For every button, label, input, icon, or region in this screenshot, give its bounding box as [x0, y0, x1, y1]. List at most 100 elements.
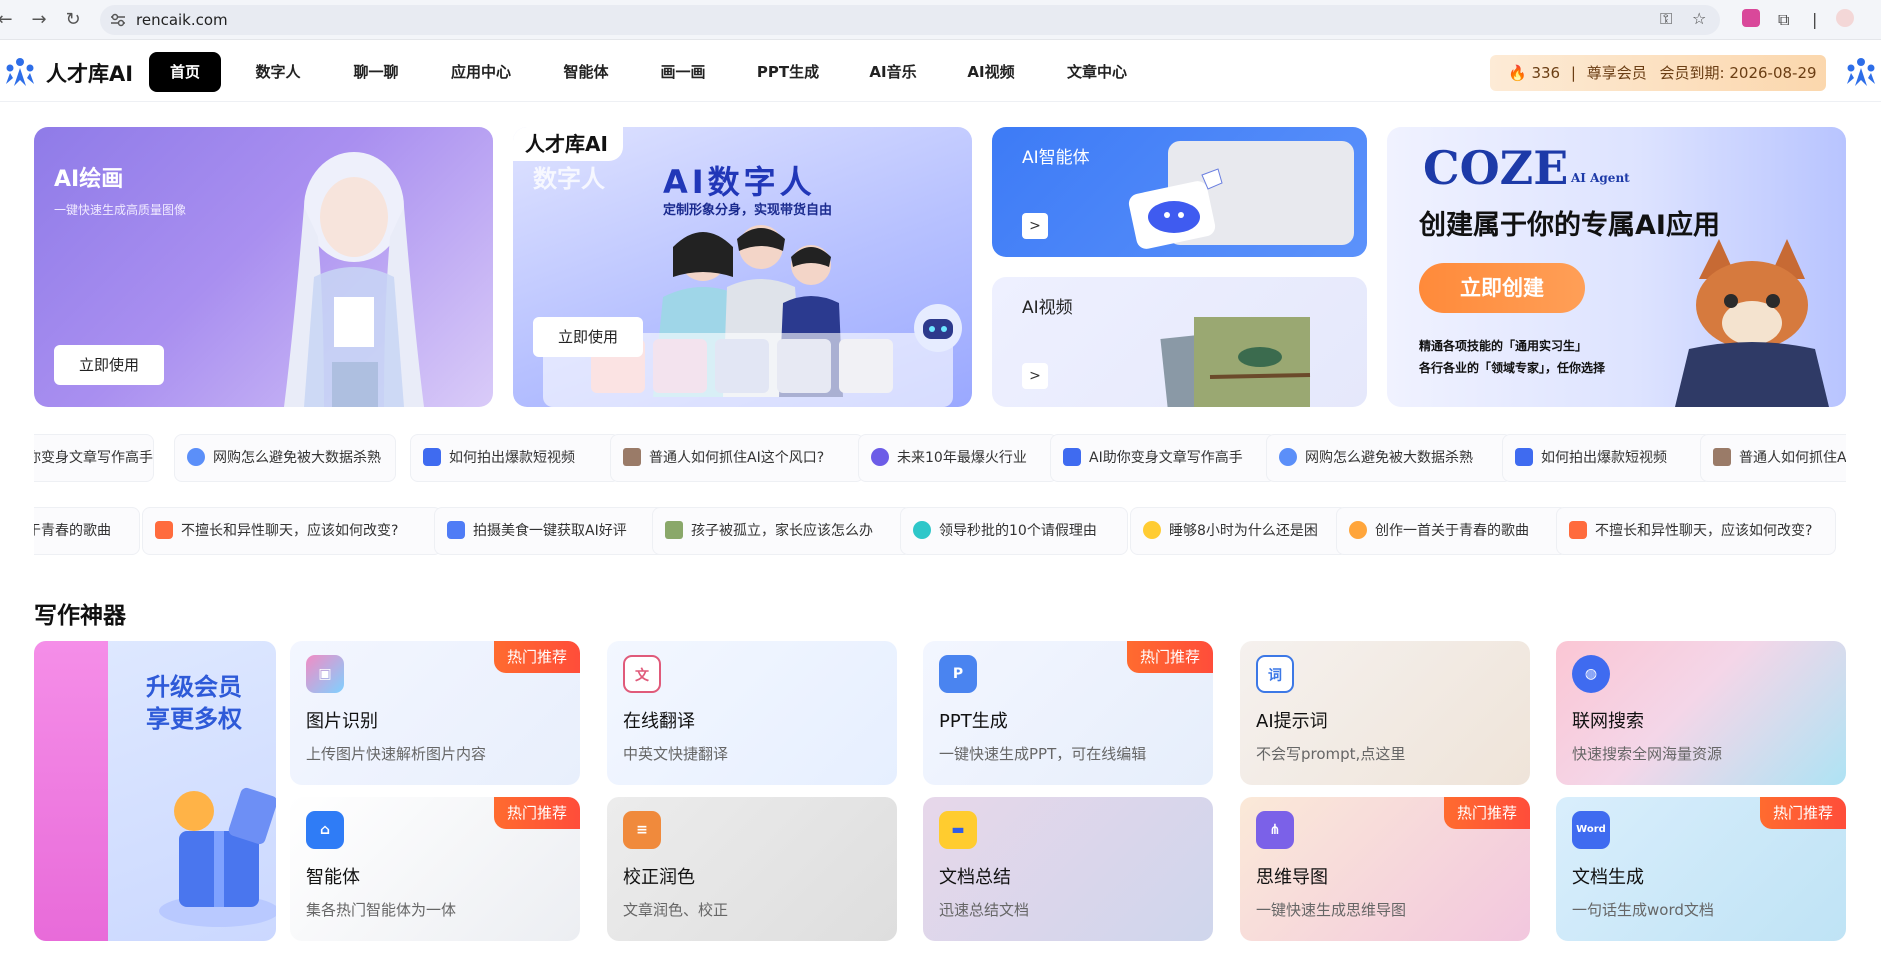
topic-icon — [665, 520, 683, 539]
promo-side-strip — [34, 641, 108, 941]
tool-proofread[interactable]: ≡ 校正润色 文章润色、校正 — [607, 797, 897, 941]
topic-icon — [1515, 447, 1533, 466]
tool-title: 在线翻译 — [623, 711, 695, 732]
ticker-chip[interactable]: 普通人如何抓住AI这 — [1700, 434, 1846, 482]
tool-title: 校正润色 — [623, 867, 695, 888]
video-arrow-button[interactable]: > — [1022, 363, 1048, 389]
ticker-chip[interactable]: 普通人如何抓住AI这个风口? — [610, 434, 864, 482]
tool-web-search[interactable]: ◍ 联网搜索 快速搜索全网海量资源 — [1556, 641, 1846, 785]
separator: | — [1570, 64, 1576, 82]
tool-document-generate[interactable]: Word 文档生成 一句话生成word文档 热门推荐 — [1556, 797, 1846, 941]
banner-subtitle: 定制形象分身，实现带货自由 — [663, 203, 833, 218]
topic-icon — [1279, 447, 1297, 466]
topic-icon — [187, 447, 205, 466]
prompt-icon: 词 — [1256, 655, 1294, 693]
nav-digital-human[interactable]: 数字人 — [245, 52, 311, 92]
document-summary-icon: ▬ — [939, 811, 977, 849]
painting-use-button[interactable]: 立即使用 — [54, 345, 164, 385]
ticker-chip[interactable]: 如何拍出爆款短视频 — [1502, 434, 1712, 482]
nav-home[interactable]: 首页 — [149, 52, 221, 92]
create-now-button[interactable]: 立即创建 — [1419, 263, 1585, 313]
member-status[interactable]: 🔥 336 | 尊享会员 会员到期: 2026-08-29 — [1490, 55, 1826, 91]
agent-illustration — [1128, 141, 1354, 249]
tool-desc: 中英文快捷翻译 — [623, 745, 729, 763]
logo-icon[interactable] — [2, 54, 38, 90]
ticker-chip[interactable]: 孩子被孤立，家长应该怎么办 — [652, 507, 912, 555]
arrow-left-icon[interactable]: ← — [0, 8, 18, 32]
ticker-chip[interactable]: 不擅长和异性聊天，应该如何改变? — [142, 507, 442, 555]
banner-title: AI数字人 — [663, 163, 816, 201]
points-count: 336 — [1531, 64, 1561, 82]
agent-arrow-button[interactable]: > — [1022, 213, 1048, 239]
ticker-chip[interactable]: 创作一首关于青春的歌曲 — [1336, 507, 1568, 555]
address-bar[interactable]: rencaik.com ⚿ ☆ — [100, 5, 1720, 35]
nav-ai-music[interactable]: AI音乐 — [860, 52, 926, 92]
url-text[interactable]: rencaik.com — [136, 11, 228, 29]
tool-image-recognition[interactable]: ▣ 图片识别 上传图片快速解析图片内容 热门推荐 — [290, 641, 580, 785]
password-key-icon[interactable]: ⚿ — [1660, 8, 1672, 30]
translate-icon: 文 — [623, 655, 661, 693]
banner-ai-agent[interactable]: AI智能体 > — [992, 127, 1367, 257]
promo-text: 升级会员 享更多权 — [146, 673, 242, 733]
banner-title: AI绘画 — [54, 167, 124, 192]
logo-text[interactable]: 人才库AI — [46, 58, 133, 88]
hot-badge: 热门推荐 — [494, 797, 580, 829]
topic-icon — [1143, 520, 1161, 539]
banner-coze[interactable]: COZE AI Agent 创建属于你的专属AI应用 立即创建 精通各项技能的「… — [1387, 127, 1846, 407]
tool-desc: 迅速总结文档 — [939, 901, 1030, 919]
mindmap-icon: ⋔ — [1256, 811, 1294, 849]
coze-tagline-1: 精通各项技能的「通用实习生」 — [1419, 339, 1588, 353]
ticker-chip[interactable]: 你变身文章写作高手 — [34, 434, 154, 482]
arrow-right-icon[interactable]: → — [26, 8, 52, 32]
topic-icon — [155, 520, 173, 539]
nav-agent[interactable]: 智能体 — [553, 52, 619, 92]
banner-digital-human[interactable]: 数字人 人才库AI AI数字人 定制形象分身，实现带货自由 立即使用 — [513, 127, 972, 407]
extension-icon[interactable] — [1742, 9, 1760, 27]
banner-ai-painting[interactable]: AI绘画 一键快速生成高质量图像 立即使用 — [34, 127, 493, 407]
reload-icon[interactable]: ↻ — [60, 8, 86, 32]
coze-tagline-2: 各行各业的「领域专家」，任你选择 — [1419, 361, 1606, 375]
banner-subtitle: 一键快速生成高质量图像 — [54, 203, 187, 217]
upgrade-member-promo[interactable]: 升级会员 享更多权 — [34, 641, 276, 941]
nav-ppt[interactable]: PPT生成 — [748, 52, 828, 92]
banner-brand-tag: 人才库AI — [513, 127, 623, 161]
bookmark-star-icon[interactable]: ☆ — [1692, 8, 1706, 30]
nav-chat[interactable]: 聊一聊 — [343, 52, 409, 92]
ticker-chip[interactable]: 睡够8小时为什么还是困 — [1130, 507, 1348, 555]
topic-icon — [913, 520, 931, 539]
site-settings-icon[interactable] — [110, 13, 126, 27]
vip-gift-box-illustration — [159, 787, 276, 927]
ticker-chip[interactable]: 领导秒批的10个请假理由 — [900, 507, 1128, 555]
nav-ai-video[interactable]: AI视频 — [958, 52, 1024, 92]
tool-mind-map[interactable]: ⋔ 思维导图 一键快速生成思维导图 热门推荐 — [1240, 797, 1530, 941]
ticker-chip[interactable]: 于青春的歌曲 — [34, 507, 140, 555]
ticker-chip[interactable]: 未来10年最爆火行业 — [858, 434, 1058, 482]
tool-ppt-generate[interactable]: P PPT生成 一键快速生成PPT，可在线编辑 热门推荐 — [923, 641, 1213, 785]
banner-ghost-text: 数字人 — [533, 165, 605, 193]
tool-desc: 快速搜索全网海量资源 — [1572, 745, 1723, 763]
ticker-chip[interactable]: 不擅长和异性聊天，应该如何改变? — [1556, 507, 1836, 555]
tool-document-summary[interactable]: ▬ 文档总结 迅速总结文档 — [923, 797, 1213, 941]
ticker-chip[interactable]: 如何拍出爆款短视频 — [410, 434, 620, 482]
member-expiry: 会员到期: 2026-08-29 — [1659, 64, 1817, 82]
nav-article-center[interactable]: 文章中心 — [1056, 52, 1138, 92]
topic-icon — [623, 447, 641, 466]
ticker-chip[interactable]: AI助你变身文章写作高手 — [1050, 434, 1276, 482]
banner-title: 创建属于你的专属AI应用 — [1419, 210, 1720, 241]
banner-ai-video[interactable]: AI视频 > — [992, 277, 1367, 407]
ticker-chip[interactable]: 网购怎么避免被大数据杀熟 — [174, 434, 396, 482]
member-level: 尊享会员 — [1586, 64, 1647, 82]
tool-desc: 集各热门智能体为一体 — [306, 901, 457, 919]
ticker-chip[interactable]: 网购怎么避免被大数据杀熟 — [1266, 434, 1512, 482]
nav-app-center[interactable]: 应用中心 — [440, 52, 522, 92]
tool-agent[interactable]: ⌂ 智能体 集各热门智能体为一体 热门推荐 — [290, 797, 580, 941]
tool-ai-prompt[interactable]: 词 AI提示词 不会写prompt,点这里 — [1240, 641, 1530, 785]
extensions-puzzle-icon[interactable]: ⧉ — [1778, 9, 1789, 31]
profile-avatar-icon[interactable] — [1836, 9, 1854, 27]
ticker-chip[interactable]: 拍摄美食一键获取AI好评 — [434, 507, 674, 555]
nav-draw[interactable]: 画一画 — [650, 52, 716, 92]
tool-online-translate[interactable]: 文 在线翻译 中英文快捷翻译 — [607, 641, 897, 785]
hot-badge: 热门推荐 — [1444, 797, 1530, 829]
digital-human-use-button[interactable]: 立即使用 — [533, 317, 643, 357]
user-avatar-icon[interactable] — [1843, 54, 1879, 90]
